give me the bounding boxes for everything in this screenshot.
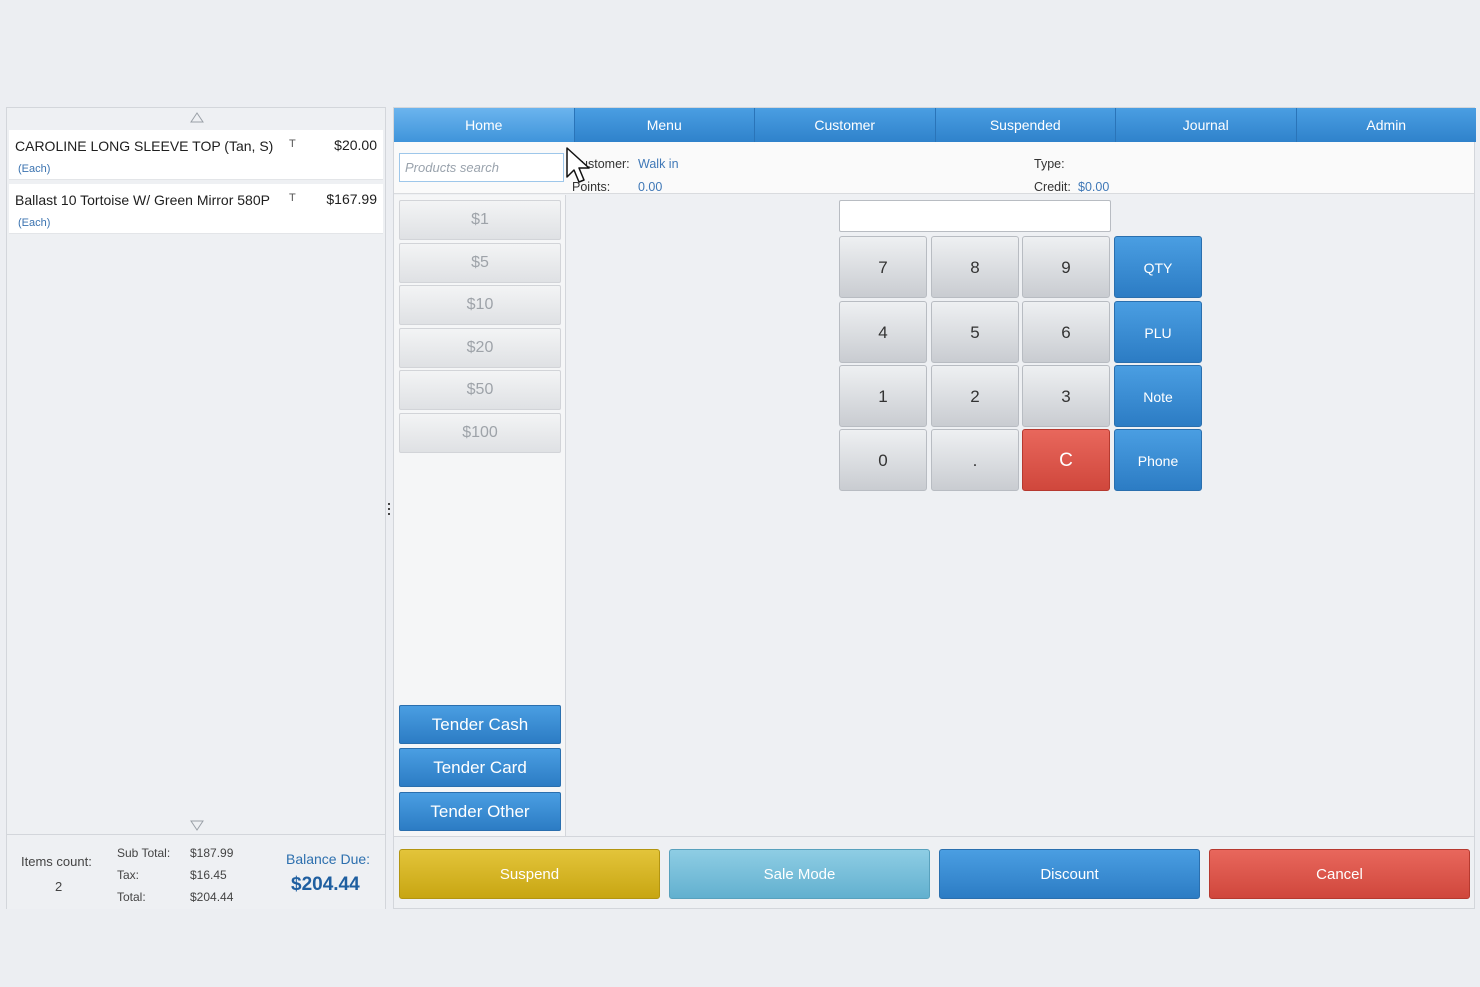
cart-item-price: $167.99: [326, 191, 377, 207]
customer-info-bar: Customer: Walk in Points: 0.00 Type: Cre…: [394, 142, 1474, 194]
credit-label: Credit:: [1034, 180, 1071, 194]
cart-panel: CAROLINE LONG SLEEVE TOP (Tan, S) (Each)…: [6, 107, 386, 909]
total-label: Total:: [117, 890, 146, 904]
items-count-value: 2: [55, 879, 63, 894]
cancel-button[interactable]: Cancel: [1209, 849, 1470, 899]
mouse-pointer-icon: [566, 147, 590, 183]
products-search-input[interactable]: [399, 153, 564, 182]
key-4[interactable]: 4: [839, 301, 927, 363]
quick-cash-20-button[interactable]: $20: [399, 328, 561, 368]
tender-other-button[interactable]: Tender Other: [399, 792, 561, 831]
key-6[interactable]: 6: [1022, 301, 1110, 363]
suspend-button[interactable]: Suspend: [399, 849, 660, 899]
phone-button[interactable]: Phone: [1114, 429, 1202, 491]
cart-line-item[interactable]: Ballast 10 Tortoise W/ Green Mirror 580P…: [9, 184, 383, 234]
tender-column: $1 $5 $10 $20 $50 $100 Tender Cash Tende…: [394, 195, 566, 836]
balance-due-label: Balance Due:: [286, 851, 371, 867]
balance-due-value: $204.44: [291, 874, 360, 895]
discount-button[interactable]: Discount: [939, 849, 1200, 899]
action-bar: Suspend Sale Mode Discount Cancel: [394, 836, 1474, 908]
tab-customer[interactable]: Customer: [755, 108, 936, 142]
key-7[interactable]: 7: [839, 236, 927, 298]
cart-line-item[interactable]: CAROLINE LONG SLEEVE TOP (Tan, S) (Each)…: [9, 130, 383, 180]
cart-item-name: CAROLINE LONG SLEEVE TOP (Tan, S): [15, 138, 274, 154]
key-8[interactable]: 8: [931, 236, 1019, 298]
tab-suspended[interactable]: Suspended: [935, 108, 1116, 142]
tab-home[interactable]: Home: [394, 108, 575, 142]
plu-button[interactable]: PLU: [1114, 301, 1202, 363]
panel-splitter-handle[interactable]: [388, 503, 391, 519]
clear-key[interactable]: C: [1022, 429, 1110, 491]
cart-list: CAROLINE LONG SLEEVE TOP (Tan, S) (Each)…: [9, 130, 383, 820]
tab-menu[interactable]: Menu: [574, 108, 755, 142]
quick-cash-10-button[interactable]: $10: [399, 285, 561, 325]
key-0[interactable]: 0: [839, 429, 927, 491]
quick-cash-50-button[interactable]: $50: [399, 370, 561, 410]
tax-value: $16.45: [190, 868, 227, 882]
cart-item-tax-flag: T: [289, 192, 296, 204]
cart-item-unit: (Each): [18, 163, 51, 175]
credit-value: $0.00: [1078, 180, 1110, 194]
subtotal-label: Sub Total:: [117, 846, 171, 860]
qty-button[interactable]: QTY: [1114, 236, 1202, 298]
items-count-label: Items count:: [21, 854, 92, 869]
scroll-down-icon[interactable]: [190, 819, 204, 831]
cart-item-name: Ballast 10 Tortoise W/ Green Mirror 580P: [15, 192, 270, 208]
cart-item-tax-flag: T: [289, 138, 296, 150]
tender-card-button[interactable]: Tender Card: [399, 748, 561, 787]
order-summary: Items count: 2 Sub Total: $187.99 Tax: $…: [7, 834, 385, 909]
key-1[interactable]: 1: [839, 365, 927, 427]
key-2[interactable]: 2: [931, 365, 1019, 427]
sale-mode-button[interactable]: Sale Mode: [669, 849, 930, 899]
tab-journal[interactable]: Journal: [1116, 108, 1297, 142]
key-9[interactable]: 9: [1022, 236, 1110, 298]
note-button[interactable]: Note: [1114, 365, 1202, 427]
tab-bar: Home Menu Customer Suspended Journal Adm…: [394, 108, 1476, 142]
points-value: 0.00: [638, 180, 663, 194]
cart-item-unit: (Each): [18, 217, 51, 229]
type-label: Type:: [1034, 157, 1065, 171]
subtotal-value: $187.99: [190, 846, 234, 860]
scroll-up-icon[interactable]: [190, 112, 204, 124]
main-panel: Home Menu Customer Suspended Journal Adm…: [393, 107, 1476, 909]
keypad-display-input[interactable]: [839, 200, 1111, 232]
key-5[interactable]: 5: [931, 301, 1019, 363]
key-decimal[interactable]: .: [931, 429, 1019, 491]
quick-cash-100-button[interactable]: $100: [399, 413, 561, 453]
cart-item-price: $20.00: [334, 137, 377, 153]
tender-cash-button[interactable]: Tender Cash: [399, 705, 561, 744]
tab-admin[interactable]: Admin: [1296, 108, 1476, 142]
quick-cash-5-button[interactable]: $5: [399, 243, 561, 283]
key-3[interactable]: 3: [1022, 365, 1110, 427]
tax-label: Tax:: [117, 868, 140, 882]
total-value: $204.44: [190, 890, 234, 904]
customer-value[interactable]: Walk in: [638, 157, 679, 171]
quick-cash-1-button[interactable]: $1: [399, 200, 561, 240]
